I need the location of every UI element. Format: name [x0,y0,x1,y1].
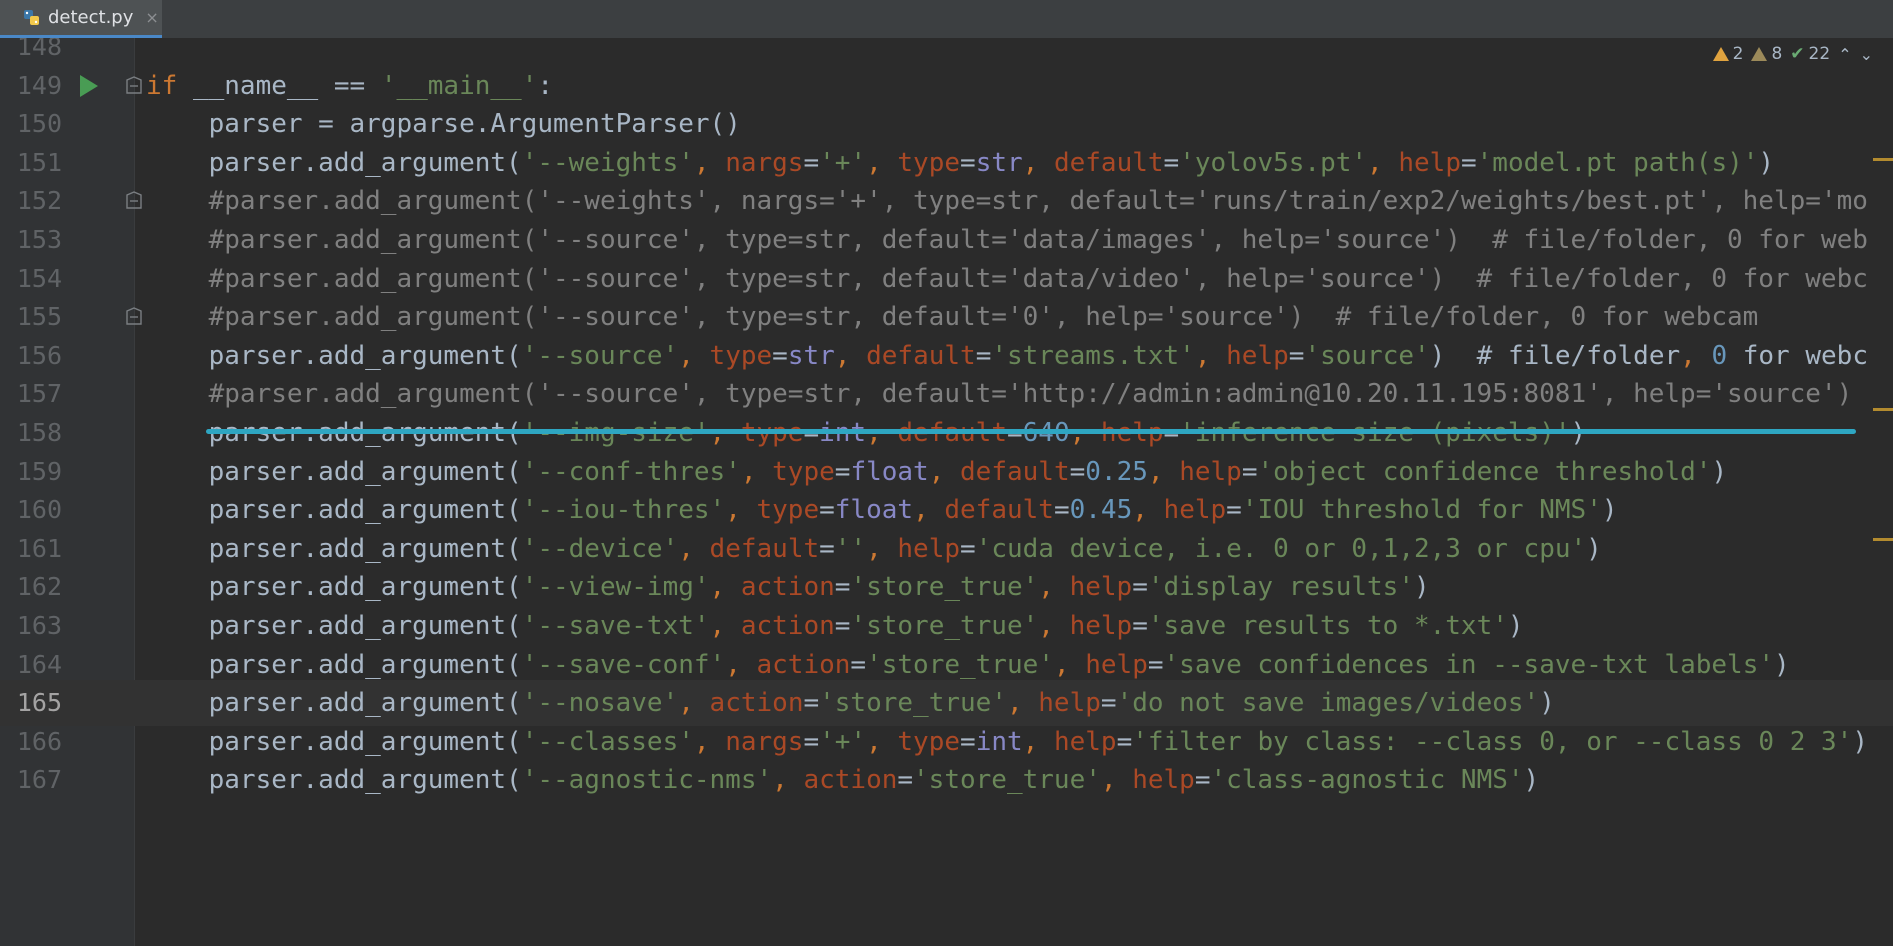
scrollbar-marker[interactable] [1873,408,1893,411]
run-icon[interactable] [80,74,98,97]
scrollbar-marker[interactable] [1873,158,1893,161]
code-line[interactable]: 167 parser.add_argument('--agnostic-nms'… [0,757,1893,803]
close-icon[interactable]: × [145,8,158,27]
fold-toggle-icon[interactable] [125,191,143,211]
inspection-widget[interactable]: 2 8 ✔ 22 ⌃ ⌄ [1712,44,1873,64]
check-icon: ✔ [1790,44,1805,64]
line-number: 167 [16,765,62,795]
highlighted-line-underline [206,429,1856,434]
editor-tab-bar: detect.py × [0,0,1893,39]
fold-toggle-icon[interactable] [125,307,143,327]
warnings-count: 8 [1771,44,1783,64]
typo-indicator[interactable]: ✔ 22 [1790,44,1830,64]
tab-filename: detect.py [48,7,134,28]
weak-warning-icon [1751,47,1768,61]
ok-count: 22 [1808,44,1831,64]
fold-toggle-icon[interactable] [125,75,143,96]
tab-detect-py[interactable]: detect.py × [0,0,162,38]
errors-count: 2 [1732,44,1744,64]
chevron-up-icon[interactable]: ⌃ [1838,45,1851,64]
code-editor[interactable]: 148 149 if __name__ == '__main__': 150 pars… [0,38,1893,946]
python-file-icon [24,9,39,25]
weak-warnings-indicator[interactable]: 8 [1751,44,1782,64]
scrollbar-marker[interactable] [1873,538,1893,541]
errors-indicator[interactable]: 2 [1712,44,1744,64]
warning-icon [1712,47,1729,61]
chevron-down-icon[interactable]: ⌄ [1860,45,1873,64]
code-text: parser.add_argument('--agnostic-nms', ac… [146,765,1540,796]
